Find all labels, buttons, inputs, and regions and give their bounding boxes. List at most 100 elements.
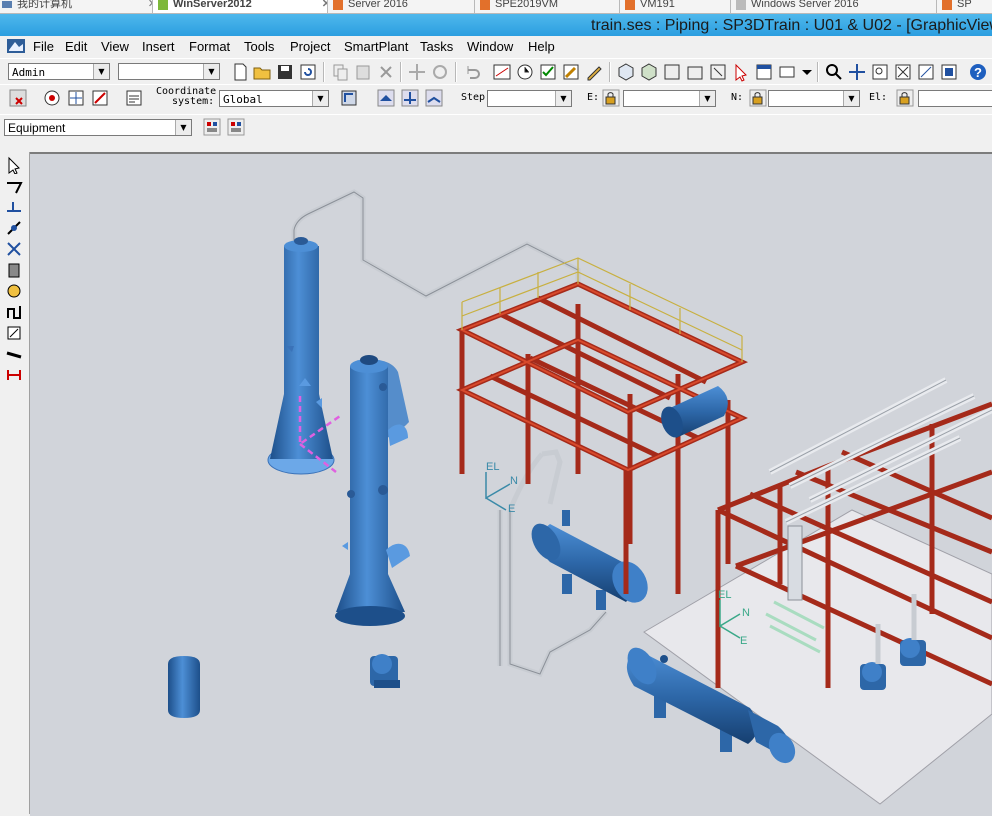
session-tab-1[interactable]: WinServer2012✕ — [152, 0, 338, 14]
chevron-down-icon[interactable]: ▼ — [555, 91, 571, 106]
delete-icon[interactable] — [376, 62, 396, 82]
menu-insert[interactable]: Insert — [142, 39, 175, 54]
permission-group-combo[interactable]: Admin ▼ — [8, 63, 110, 80]
chevron-down-icon[interactable]: ▼ — [699, 91, 715, 106]
open-folder-icon[interactable] — [252, 62, 272, 82]
overhead-pipe[interactable] — [291, 189, 581, 299]
coordinate-system-label: Coordinate system: — [156, 87, 216, 107]
fit-all-icon[interactable] — [893, 62, 913, 82]
chevron-down-icon[interactable] — [797, 62, 817, 82]
view-front-icon[interactable] — [685, 62, 705, 82]
e-coordinate-combo[interactable]: ▼ — [623, 90, 716, 107]
rotate-icon[interactable] — [430, 62, 450, 82]
session-tab-0[interactable]: 我的计算机✕ — [0, 0, 164, 14]
point-along-icon[interactable] — [90, 88, 110, 108]
lock-n-icon[interactable] — [748, 88, 768, 108]
pinpoint-icon[interactable] — [66, 88, 86, 108]
menu-window[interactable]: Window — [467, 39, 513, 54]
filter-properties-icon[interactable] — [202, 117, 222, 137]
insert-tap-icon[interactable] — [5, 240, 23, 258]
refresh-icon[interactable] — [298, 62, 318, 82]
coordinate-system-combo[interactable]: Global ▼ — [219, 90, 329, 107]
common-views-icon[interactable] — [916, 62, 936, 82]
locate-filter-combo[interactable]: Equipment ▼ — [4, 119, 192, 136]
menu-tasks[interactable]: Tasks — [420, 39, 453, 54]
select-arrow-icon[interactable] — [5, 156, 23, 174]
coordinate-tool-icon[interactable] — [339, 88, 359, 108]
target-icon[interactable] — [42, 88, 62, 108]
move-icon[interactable] — [407, 62, 427, 82]
active-permission-combo[interactable]: ▼ — [118, 63, 220, 80]
undo-icon[interactable] — [462, 62, 482, 82]
menu-smartplant[interactable]: SmartPlant — [344, 39, 408, 54]
chevron-down-icon[interactable]: ▼ — [312, 91, 328, 106]
horizontal-drum[interactable] — [526, 510, 655, 610]
plane-xz-icon[interactable] — [400, 88, 420, 108]
clock-icon[interactable] — [515, 62, 535, 82]
pan-icon[interactable] — [847, 62, 867, 82]
step-combo[interactable]: ▼ — [487, 90, 572, 107]
pipe-support-icon[interactable] — [5, 345, 23, 363]
save-icon[interactable] — [275, 62, 295, 82]
chevron-down-icon[interactable]: ▼ — [93, 64, 109, 79]
spool-icon[interactable] — [5, 303, 23, 321]
zoom-icon[interactable] — [824, 62, 844, 82]
session-tab-2[interactable]: Server 2016✕ — [327, 0, 489, 14]
small-vessel[interactable] — [168, 656, 200, 718]
measure-icon[interactable] — [492, 62, 512, 82]
view-cube-icon[interactable] — [616, 62, 636, 82]
aspect-icon[interactable] — [939, 62, 959, 82]
session-tab-3[interactable]: SPE2019VM✕ — [474, 0, 634, 14]
menu-view[interactable]: View — [101, 39, 129, 54]
check-tool-icon[interactable] — [538, 62, 558, 82]
menu-project[interactable]: Project — [290, 39, 330, 54]
piping-tool-palette — [0, 152, 30, 814]
plane-yz-icon[interactable] — [424, 88, 444, 108]
fit-icon[interactable] — [708, 62, 728, 82]
menu-file[interactable]: File — [33, 39, 54, 54]
lock-e-icon[interactable] — [601, 88, 621, 108]
menu-format[interactable]: Format — [189, 39, 230, 54]
copy-icon[interactable] — [330, 62, 350, 82]
chevron-down-icon[interactable]: ▼ — [203, 64, 219, 79]
session-tab-5[interactable]: Windows Server 2016✕ — [730, 0, 952, 14]
view-iso-icon[interactable] — [639, 62, 659, 82]
app-icon[interactable] — [7, 38, 25, 54]
session-tab-6[interactable]: SP — [936, 0, 992, 14]
pump-1[interactable] — [370, 654, 400, 688]
connect-icon[interactable] — [5, 282, 23, 300]
chevron-down-icon[interactable]: ▼ — [843, 91, 859, 106]
paste-icon[interactable] — [353, 62, 373, 82]
vertical-pipe-vessel[interactable] — [787, 525, 803, 601]
help-icon[interactable]: ? — [968, 62, 988, 82]
plane-xy-icon[interactable] — [376, 88, 396, 108]
lock-el-icon[interactable] — [895, 88, 915, 108]
session-tab-4[interactable]: VM191✕ — [619, 0, 745, 14]
column-tower-2[interactable] — [335, 355, 410, 626]
menu-edit[interactable]: Edit — [65, 39, 87, 54]
insert-specialty-icon[interactable] — [5, 219, 23, 237]
window-icon[interactable] — [754, 62, 774, 82]
insert-split-icon[interactable] — [5, 261, 23, 279]
el-coordinate-combo[interactable] — [918, 90, 992, 107]
cancel-command-icon[interactable] — [8, 88, 28, 108]
select-pointer-icon[interactable] — [731, 62, 751, 82]
edit-tool-icon[interactable] — [561, 62, 581, 82]
insert-component-icon[interactable] — [5, 198, 23, 216]
zoom-area-icon[interactable] — [870, 62, 890, 82]
properties-icon[interactable] — [124, 88, 144, 108]
pencil-icon[interactable] — [584, 62, 604, 82]
display-icon[interactable] — [777, 62, 797, 82]
dimension-icon[interactable] — [5, 366, 23, 384]
weld-icon[interactable] — [5, 324, 23, 342]
model-scene[interactable]: EL N E EL N E — [30, 154, 992, 816]
menu-tools[interactable]: Tools — [244, 39, 274, 54]
new-icon[interactable] — [230, 62, 250, 82]
chevron-down-icon[interactable]: ▼ — [175, 120, 191, 135]
menu-help[interactable]: Help — [528, 39, 555, 54]
graphic-view[interactable]: EL N E EL N E — [30, 152, 992, 816]
filter-options-icon[interactable] — [226, 117, 246, 137]
view-top-icon[interactable] — [662, 62, 682, 82]
n-coordinate-combo[interactable]: ▼ — [768, 90, 860, 107]
route-pipe-icon[interactable] — [5, 177, 23, 195]
